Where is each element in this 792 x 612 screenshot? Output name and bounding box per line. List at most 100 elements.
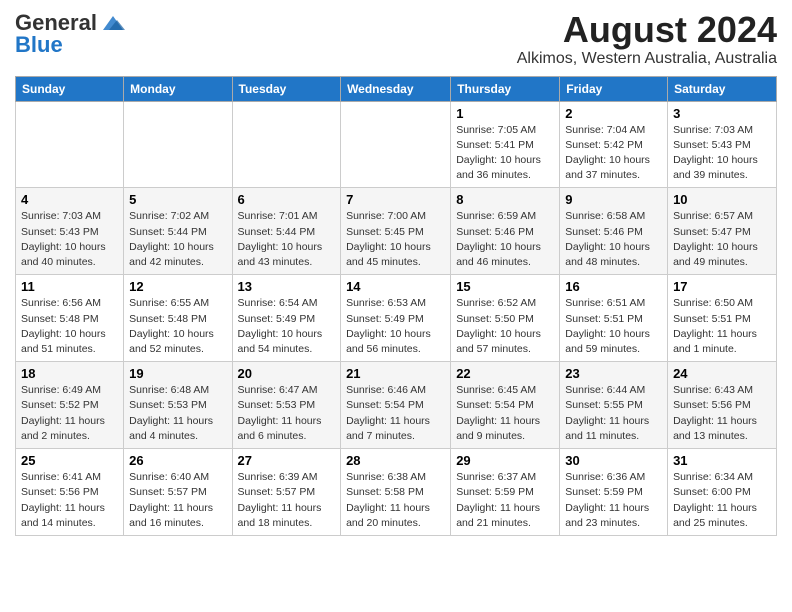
calendar-cell: 15 Sunrise: 6:52 AMSunset: 5:50 PMDayligh… bbox=[451, 275, 560, 362]
calendar-cell: 4Sunrise: 7:03 AMSunset: 5:43 PMDaylight… bbox=[16, 188, 124, 275]
day-number: 13 bbox=[238, 279, 336, 294]
day-info: Sunrise: 7:03 AMSunset: 5:43 PMDaylight:… bbox=[21, 209, 118, 270]
day-number: 24 bbox=[673, 366, 771, 381]
day-info: Sunrise: 7:00 AMSunset: 5:45 PMDaylight:… bbox=[346, 209, 445, 270]
logo: General Blue bbox=[15, 10, 127, 58]
day-info: Sunrise: 6:46 AMSunset: 5:54 PMDaylight:… bbox=[346, 383, 445, 444]
day-info: Sunrise: 6:40 AMSunset: 5:57 PMDaylight:… bbox=[129, 470, 226, 531]
day-number: 7 bbox=[346, 192, 445, 207]
calendar-cell: 8Sunrise: 6:59 AMSunset: 5:46 PMDaylight… bbox=[451, 188, 560, 275]
week-row-4: 18 Sunrise: 6:49 AMSunset: 5:52 PMDayligh… bbox=[16, 362, 777, 449]
day-number: 6 bbox=[238, 192, 336, 207]
day-number: 3 bbox=[673, 106, 771, 121]
calendar-cell: 30Sunrise: 6:36 AMSunset: 5:59 PMDayligh… bbox=[560, 449, 668, 536]
logo-bird-icon bbox=[99, 12, 127, 34]
day-number: 17 bbox=[673, 279, 771, 294]
calendar-cell: 10 Sunrise: 6:57 AMSunset: 5:47 PMDayligh… bbox=[668, 188, 777, 275]
calendar-cell: 2Sunrise: 7:04 AMSunset: 5:42 PMDaylight… bbox=[560, 101, 668, 188]
calendar-cell: 12Sunrise: 6:55 AMSunset: 5:48 PMDayligh… bbox=[124, 275, 232, 362]
day-number: 26 bbox=[129, 453, 226, 468]
calendar-cell: 14Sunrise: 6:53 AMSunset: 5:49 PMDayligh… bbox=[341, 275, 451, 362]
day-number: 21 bbox=[346, 366, 445, 381]
day-info: Sunrise: 6:41 AMSunset: 5:56 PMDaylight:… bbox=[21, 470, 118, 531]
day-info: Sunrise: 7:02 AMSunset: 5:44 PMDaylight:… bbox=[129, 209, 226, 270]
day-of-week-tuesday: Tuesday bbox=[232, 76, 341, 101]
day-number: 1 bbox=[456, 106, 554, 121]
calendar-cell: 24 Sunrise: 6:43 AMSunset: 5:56 PMDayligh… bbox=[668, 362, 777, 449]
day-number: 12 bbox=[129, 279, 226, 294]
calendar-table: SundayMondayTuesdayWednesdayThursdayFrid… bbox=[15, 76, 777, 536]
calendar-cell: 26 Sunrise: 6:40 AMSunset: 5:57 PMDayligh… bbox=[124, 449, 232, 536]
week-row-1: 1 Sunrise: 7:05 AMSunset: 5:41 PMDaylight… bbox=[16, 101, 777, 188]
day-info: Sunrise: 6:56 AMSunset: 5:48 PMDaylight:… bbox=[21, 296, 118, 357]
calendar-cell: 27 Sunrise: 6:39 AMSunset: 5:57 PMDayligh… bbox=[232, 449, 341, 536]
calendar-cell: 23 Sunrise: 6:44 AMSunset: 5:55 PMDayligh… bbox=[560, 362, 668, 449]
calendar-cell: 29 Sunrise: 6:37 AMSunset: 5:59 PMDayligh… bbox=[451, 449, 560, 536]
day-info: Sunrise: 6:37 AMSunset: 5:59 PMDaylight:… bbox=[456, 470, 554, 531]
day-of-week-sunday: Sunday bbox=[16, 76, 124, 101]
day-info: Sunrise: 6:47 AMSunset: 5:53 PMDaylight:… bbox=[238, 383, 336, 444]
day-info: Sunrise: 7:04 AMSunset: 5:42 PMDaylight:… bbox=[565, 123, 662, 184]
location-title: Alkimos, Western Australia, Australia bbox=[517, 50, 777, 68]
calendar-cell bbox=[232, 101, 341, 188]
day-of-week-wednesday: Wednesday bbox=[341, 76, 451, 101]
day-info: Sunrise: 6:36 AMSunset: 5:59 PMDaylight:… bbox=[565, 470, 662, 531]
day-number: 27 bbox=[238, 453, 336, 468]
calendar-cell: 1 Sunrise: 7:05 AMSunset: 5:41 PMDaylight… bbox=[451, 101, 560, 188]
day-info: Sunrise: 7:05 AMSunset: 5:41 PMDaylight:… bbox=[456, 123, 554, 184]
day-info: Sunrise: 6:43 AMSunset: 5:56 PMDaylight:… bbox=[673, 383, 771, 444]
calendar-cell: 11Sunrise: 6:56 AMSunset: 5:48 PMDayligh… bbox=[16, 275, 124, 362]
day-number: 5 bbox=[129, 192, 226, 207]
calendar-cell: 18 Sunrise: 6:49 AMSunset: 5:52 PMDayligh… bbox=[16, 362, 124, 449]
month-title: August 2024 bbox=[517, 10, 777, 50]
day-number: 29 bbox=[456, 453, 554, 468]
calendar-cell bbox=[16, 101, 124, 188]
day-info: Sunrise: 6:38 AMSunset: 5:58 PMDaylight:… bbox=[346, 470, 445, 531]
calendar-cell: 9 Sunrise: 6:58 AMSunset: 5:46 PMDaylight… bbox=[560, 188, 668, 275]
day-info: Sunrise: 6:39 AMSunset: 5:57 PMDaylight:… bbox=[238, 470, 336, 531]
calendar-cell: 28 Sunrise: 6:38 AMSunset: 5:58 PMDayligh… bbox=[341, 449, 451, 536]
day-info: Sunrise: 6:57 AMSunset: 5:47 PMDaylight:… bbox=[673, 209, 771, 270]
day-number: 18 bbox=[21, 366, 118, 381]
day-number: 19 bbox=[129, 366, 226, 381]
day-of-week-friday: Friday bbox=[560, 76, 668, 101]
calendar-cell: 5 Sunrise: 7:02 AMSunset: 5:44 PMDaylight… bbox=[124, 188, 232, 275]
day-info: Sunrise: 6:51 AMSunset: 5:51 PMDaylight:… bbox=[565, 296, 662, 357]
day-info: Sunrise: 6:54 AMSunset: 5:49 PMDaylight:… bbox=[238, 296, 336, 357]
day-info: Sunrise: 6:58 AMSunset: 5:46 PMDaylight:… bbox=[565, 209, 662, 270]
day-number: 9 bbox=[565, 192, 662, 207]
calendar-cell: 22 Sunrise: 6:45 AMSunset: 5:54 PMDayligh… bbox=[451, 362, 560, 449]
day-number: 31 bbox=[673, 453, 771, 468]
calendar-cell: 7 Sunrise: 7:00 AMSunset: 5:45 PMDaylight… bbox=[341, 188, 451, 275]
day-number: 25 bbox=[21, 453, 118, 468]
day-info: Sunrise: 6:34 AMSunset: 6:00 PMDaylight:… bbox=[673, 470, 771, 531]
calendar-cell: 21 Sunrise: 6:46 AMSunset: 5:54 PMDayligh… bbox=[341, 362, 451, 449]
day-info: Sunrise: 6:49 AMSunset: 5:52 PMDaylight:… bbox=[21, 383, 118, 444]
day-number: 22 bbox=[456, 366, 554, 381]
calendar-cell: 25 Sunrise: 6:41 AMSunset: 5:56 PMDayligh… bbox=[16, 449, 124, 536]
calendar-cell: 19 Sunrise: 6:48 AMSunset: 5:53 PMDayligh… bbox=[124, 362, 232, 449]
calendar-cell: 13 Sunrise: 6:54 AMSunset: 5:49 PMDayligh… bbox=[232, 275, 341, 362]
day-info: Sunrise: 6:50 AMSunset: 5:51 PMDaylight:… bbox=[673, 296, 771, 357]
calendar-cell bbox=[124, 101, 232, 188]
calendar-cell: 16Sunrise: 6:51 AMSunset: 5:51 PMDayligh… bbox=[560, 275, 668, 362]
day-number: 23 bbox=[565, 366, 662, 381]
calendar-cell bbox=[341, 101, 451, 188]
calendar-cell: 6Sunrise: 7:01 AMSunset: 5:44 PMDaylight… bbox=[232, 188, 341, 275]
day-info: Sunrise: 6:48 AMSunset: 5:53 PMDaylight:… bbox=[129, 383, 226, 444]
logo-blue: Blue bbox=[15, 32, 63, 58]
day-number: 14 bbox=[346, 279, 445, 294]
calendar-cell: 3Sunrise: 7:03 AMSunset: 5:43 PMDaylight… bbox=[668, 101, 777, 188]
week-row-3: 11Sunrise: 6:56 AMSunset: 5:48 PMDayligh… bbox=[16, 275, 777, 362]
page-header: General Blue August 2024 Alkimos, Wester… bbox=[15, 10, 777, 68]
days-of-week-row: SundayMondayTuesdayWednesdayThursdayFrid… bbox=[16, 76, 777, 101]
day-number: 10 bbox=[673, 192, 771, 207]
day-number: 15 bbox=[456, 279, 554, 294]
day-info: Sunrise: 6:52 AMSunset: 5:50 PMDaylight:… bbox=[456, 296, 554, 357]
day-info: Sunrise: 6:45 AMSunset: 5:54 PMDaylight:… bbox=[456, 383, 554, 444]
week-row-5: 25 Sunrise: 6:41 AMSunset: 5:56 PMDayligh… bbox=[16, 449, 777, 536]
day-of-week-saturday: Saturday bbox=[668, 76, 777, 101]
day-number: 28 bbox=[346, 453, 445, 468]
day-info: Sunrise: 6:44 AMSunset: 5:55 PMDaylight:… bbox=[565, 383, 662, 444]
day-of-week-thursday: Thursday bbox=[451, 76, 560, 101]
